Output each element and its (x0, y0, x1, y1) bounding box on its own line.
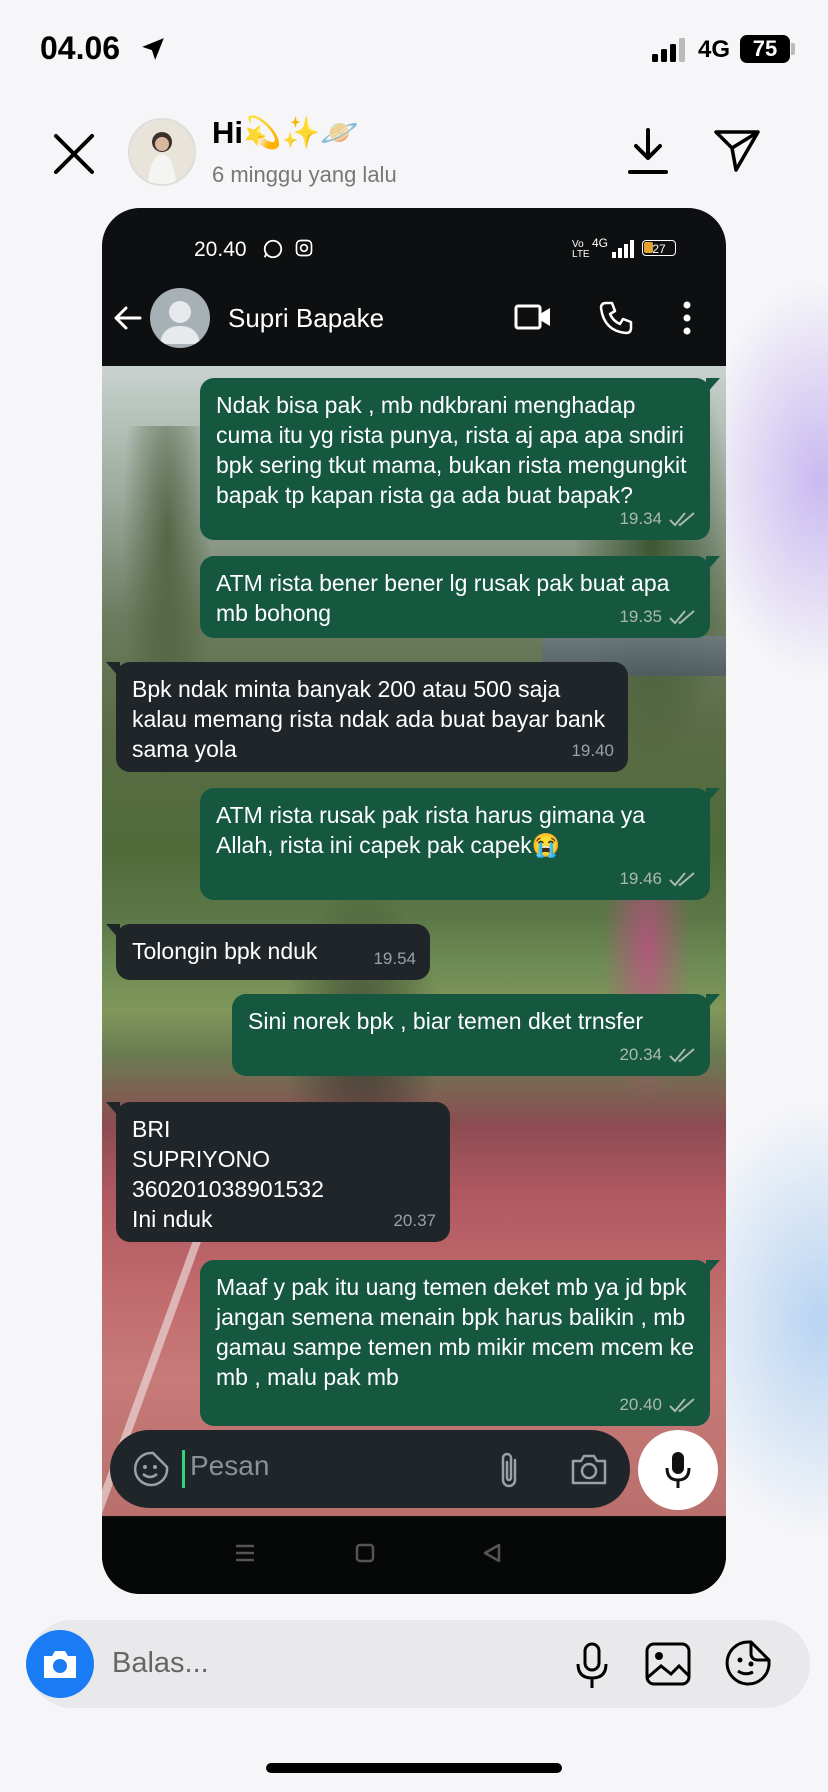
message-time: 20.37 (393, 1211, 436, 1230)
whatsapp-icon (263, 239, 283, 259)
contact-avatar[interactable] (150, 288, 210, 348)
double-check-icon (669, 1048, 695, 1063)
download-icon[interactable] (626, 126, 670, 176)
message-time: 19.34 (619, 509, 662, 528)
phone-time: 20.40 (194, 238, 247, 261)
phone-signal-icon (612, 240, 634, 258)
message-bubble[interactable]: Maaf y pak itu uang temen deket mb ya jd… (200, 1260, 720, 1426)
message-bubble[interactable]: Tolongin bpk nduk 19.54 (106, 924, 430, 980)
phone-network: 4G (592, 236, 609, 250)
contact-name[interactable]: Supri Bapake (228, 303, 384, 334)
avatar-image (130, 120, 194, 184)
bubble-tail (106, 924, 120, 940)
message-bubble[interactable]: Ndak bisa pak , mb ndkbrani menghadap cu… (200, 378, 720, 540)
more-options-icon[interactable] (682, 300, 692, 336)
message-text: BRI SUPRIYONO 360201038901532 Ini nduk (132, 1116, 324, 1232)
avatar[interactable] (128, 118, 196, 186)
gallery-icon[interactable] (645, 1642, 691, 1686)
camera-icon[interactable] (570, 1452, 608, 1486)
voice-message-button[interactable] (638, 1430, 718, 1510)
android-nav-bar (102, 1518, 726, 1594)
default-avatar-icon (160, 301, 200, 344)
bubble-tail (706, 378, 720, 394)
message-time: 19.46 (619, 869, 662, 888)
message-time: 19.40 (571, 741, 614, 760)
battery-tip (791, 43, 795, 55)
cellular-signal-icon (652, 38, 685, 62)
message-placeholder: Pesan (190, 1450, 270, 1481)
message-bubble[interactable]: Sini norek bpk , biar temen dket trnsfer… (232, 994, 720, 1076)
story-time: 6 minggu yang lalu (212, 162, 397, 187)
message-text: Maaf y pak itu uang temen deket mb ya jd… (216, 1274, 701, 1390)
double-check-icon (669, 1398, 695, 1413)
message-text: Ndak bisa pak , mb ndkbrani menghadap cu… (216, 392, 693, 508)
volte-indicator: Vo LTE (572, 239, 590, 260)
bubble-tail (706, 994, 720, 1010)
phone-battery: 27 (642, 240, 676, 256)
home-indicator (266, 1763, 562, 1773)
attach-icon[interactable] (496, 1450, 522, 1490)
bubble-tail (706, 1260, 720, 1276)
story-screenshot: 20.40 Vo LTE 4G 27 Supri Bapake Ndak bis… (102, 208, 726, 1594)
bubble-tail (106, 1102, 120, 1118)
chat-area[interactable]: Ndak bisa pak , mb ndkbrani menghadap cu… (102, 366, 726, 1516)
message-bubble[interactable]: ATM rista rusak pak rista harus gimana y… (200, 788, 720, 900)
back-arrow-icon[interactable] (110, 300, 146, 336)
message-time: 19.35 (619, 607, 662, 626)
battery-level: 75 (740, 35, 790, 63)
message-bubble[interactable]: BRI SUPRIYONO 360201038901532 Ini nduk 2… (106, 1102, 450, 1242)
microphone-icon[interactable] (574, 1642, 610, 1690)
camera-icon (44, 1651, 76, 1678)
network-type: 4G (698, 36, 731, 63)
double-check-icon (669, 872, 695, 887)
message-text: Sini norek bpk , biar temen dket trnsfer (248, 1008, 644, 1034)
reply-input[interactable]: Balas... (112, 1647, 209, 1680)
bubble-tail (706, 556, 720, 572)
location-arrow-icon (142, 38, 164, 60)
double-check-icon (669, 610, 695, 625)
voice-call-icon[interactable] (598, 300, 634, 336)
microphone-icon (665, 1452, 691, 1488)
ios-status-time: 04.06 (40, 30, 121, 66)
send-icon[interactable] (712, 128, 762, 174)
message-bubble[interactable]: Bpk ndak minta banyak 200 atau 500 saja … (106, 662, 628, 772)
instagram-icon (295, 239, 313, 257)
message-text: ATM rista rusak pak rista harus gimana y… (216, 802, 651, 858)
message-text: Bpk ndak minta banyak 200 atau 500 saja … (132, 676, 612, 762)
home-icon[interactable] (354, 1542, 376, 1564)
story-title[interactable]: Hi💫✨🪐 (212, 114, 359, 151)
video-call-icon[interactable] (514, 300, 552, 334)
message-time: 19.54 (373, 949, 416, 968)
message-input[interactable]: Pesan (110, 1430, 630, 1508)
nav-back-icon[interactable] (482, 1542, 502, 1564)
reply-camera-button[interactable] (26, 1630, 94, 1698)
bubble-tail (706, 788, 720, 804)
close-icon[interactable] (50, 130, 98, 178)
sticker-emoji-icon[interactable] (132, 1450, 170, 1488)
message-text: Tolongin bpk nduk (132, 938, 318, 964)
text-cursor (182, 1450, 185, 1488)
phone-battery-level: 27 (652, 242, 666, 256)
message-time: 20.34 (619, 1045, 662, 1064)
message-bubble[interactable]: ATM rista bener bener lg rusak pak buat … (200, 556, 720, 638)
double-check-icon (669, 512, 695, 527)
recents-icon[interactable] (234, 1542, 256, 1564)
message-time: 20.40 (619, 1395, 662, 1414)
sticker-icon[interactable] (725, 1640, 771, 1686)
bubble-tail (106, 662, 120, 678)
